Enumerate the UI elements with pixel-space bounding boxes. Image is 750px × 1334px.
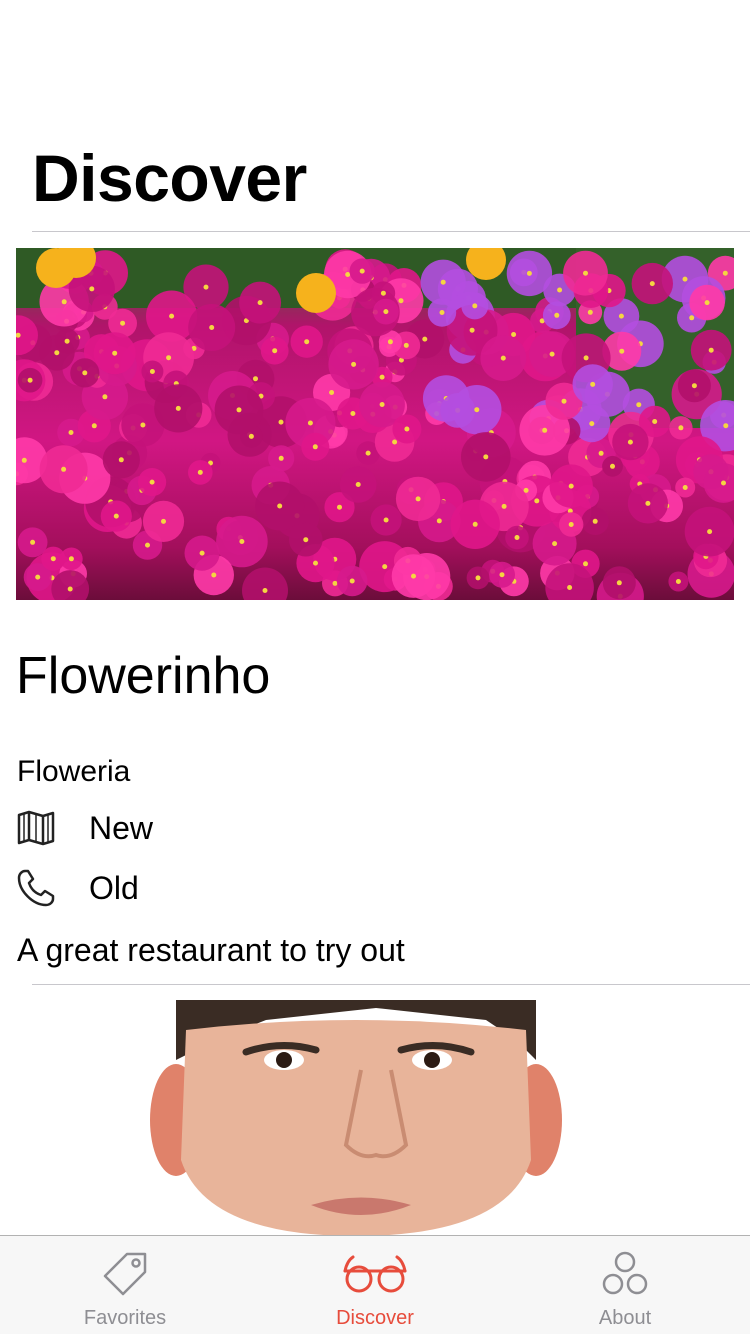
tab-about[interactable]: About xyxy=(500,1236,750,1334)
location-row[interactable]: New xyxy=(16,806,153,850)
tab-bar: Favorites Discover About xyxy=(0,1235,750,1334)
restaurant-description: A great restaurant to try out xyxy=(17,932,405,968)
tab-label-favorites: Favorites xyxy=(83,1307,167,1329)
section-separator xyxy=(32,984,750,985)
restaurant-image xyxy=(16,248,734,600)
tag-icon xyxy=(89,1250,161,1298)
flowers-image xyxy=(16,248,734,600)
circles-icon xyxy=(589,1250,661,1298)
page-title: Discover xyxy=(32,141,307,215)
restaurant-type: Floweria xyxy=(17,755,131,788)
tab-favorites[interactable]: Favorites xyxy=(0,1236,250,1334)
tab-label-discover: Discover xyxy=(336,1307,414,1329)
tab-label-about: About xyxy=(598,1307,652,1329)
glasses-icon xyxy=(339,1250,411,1298)
location-text: New xyxy=(89,810,154,846)
map-icon xyxy=(16,808,56,848)
tab-discover[interactable]: Discover xyxy=(250,1236,500,1334)
phone-icon xyxy=(16,868,56,908)
phone-text: Old xyxy=(89,870,139,906)
restaurant-name: Flowerinho xyxy=(16,647,271,705)
status-bar xyxy=(0,0,750,40)
phone-row[interactable]: Old xyxy=(16,866,139,910)
title-separator xyxy=(32,231,750,232)
person-photo xyxy=(16,1000,734,1236)
